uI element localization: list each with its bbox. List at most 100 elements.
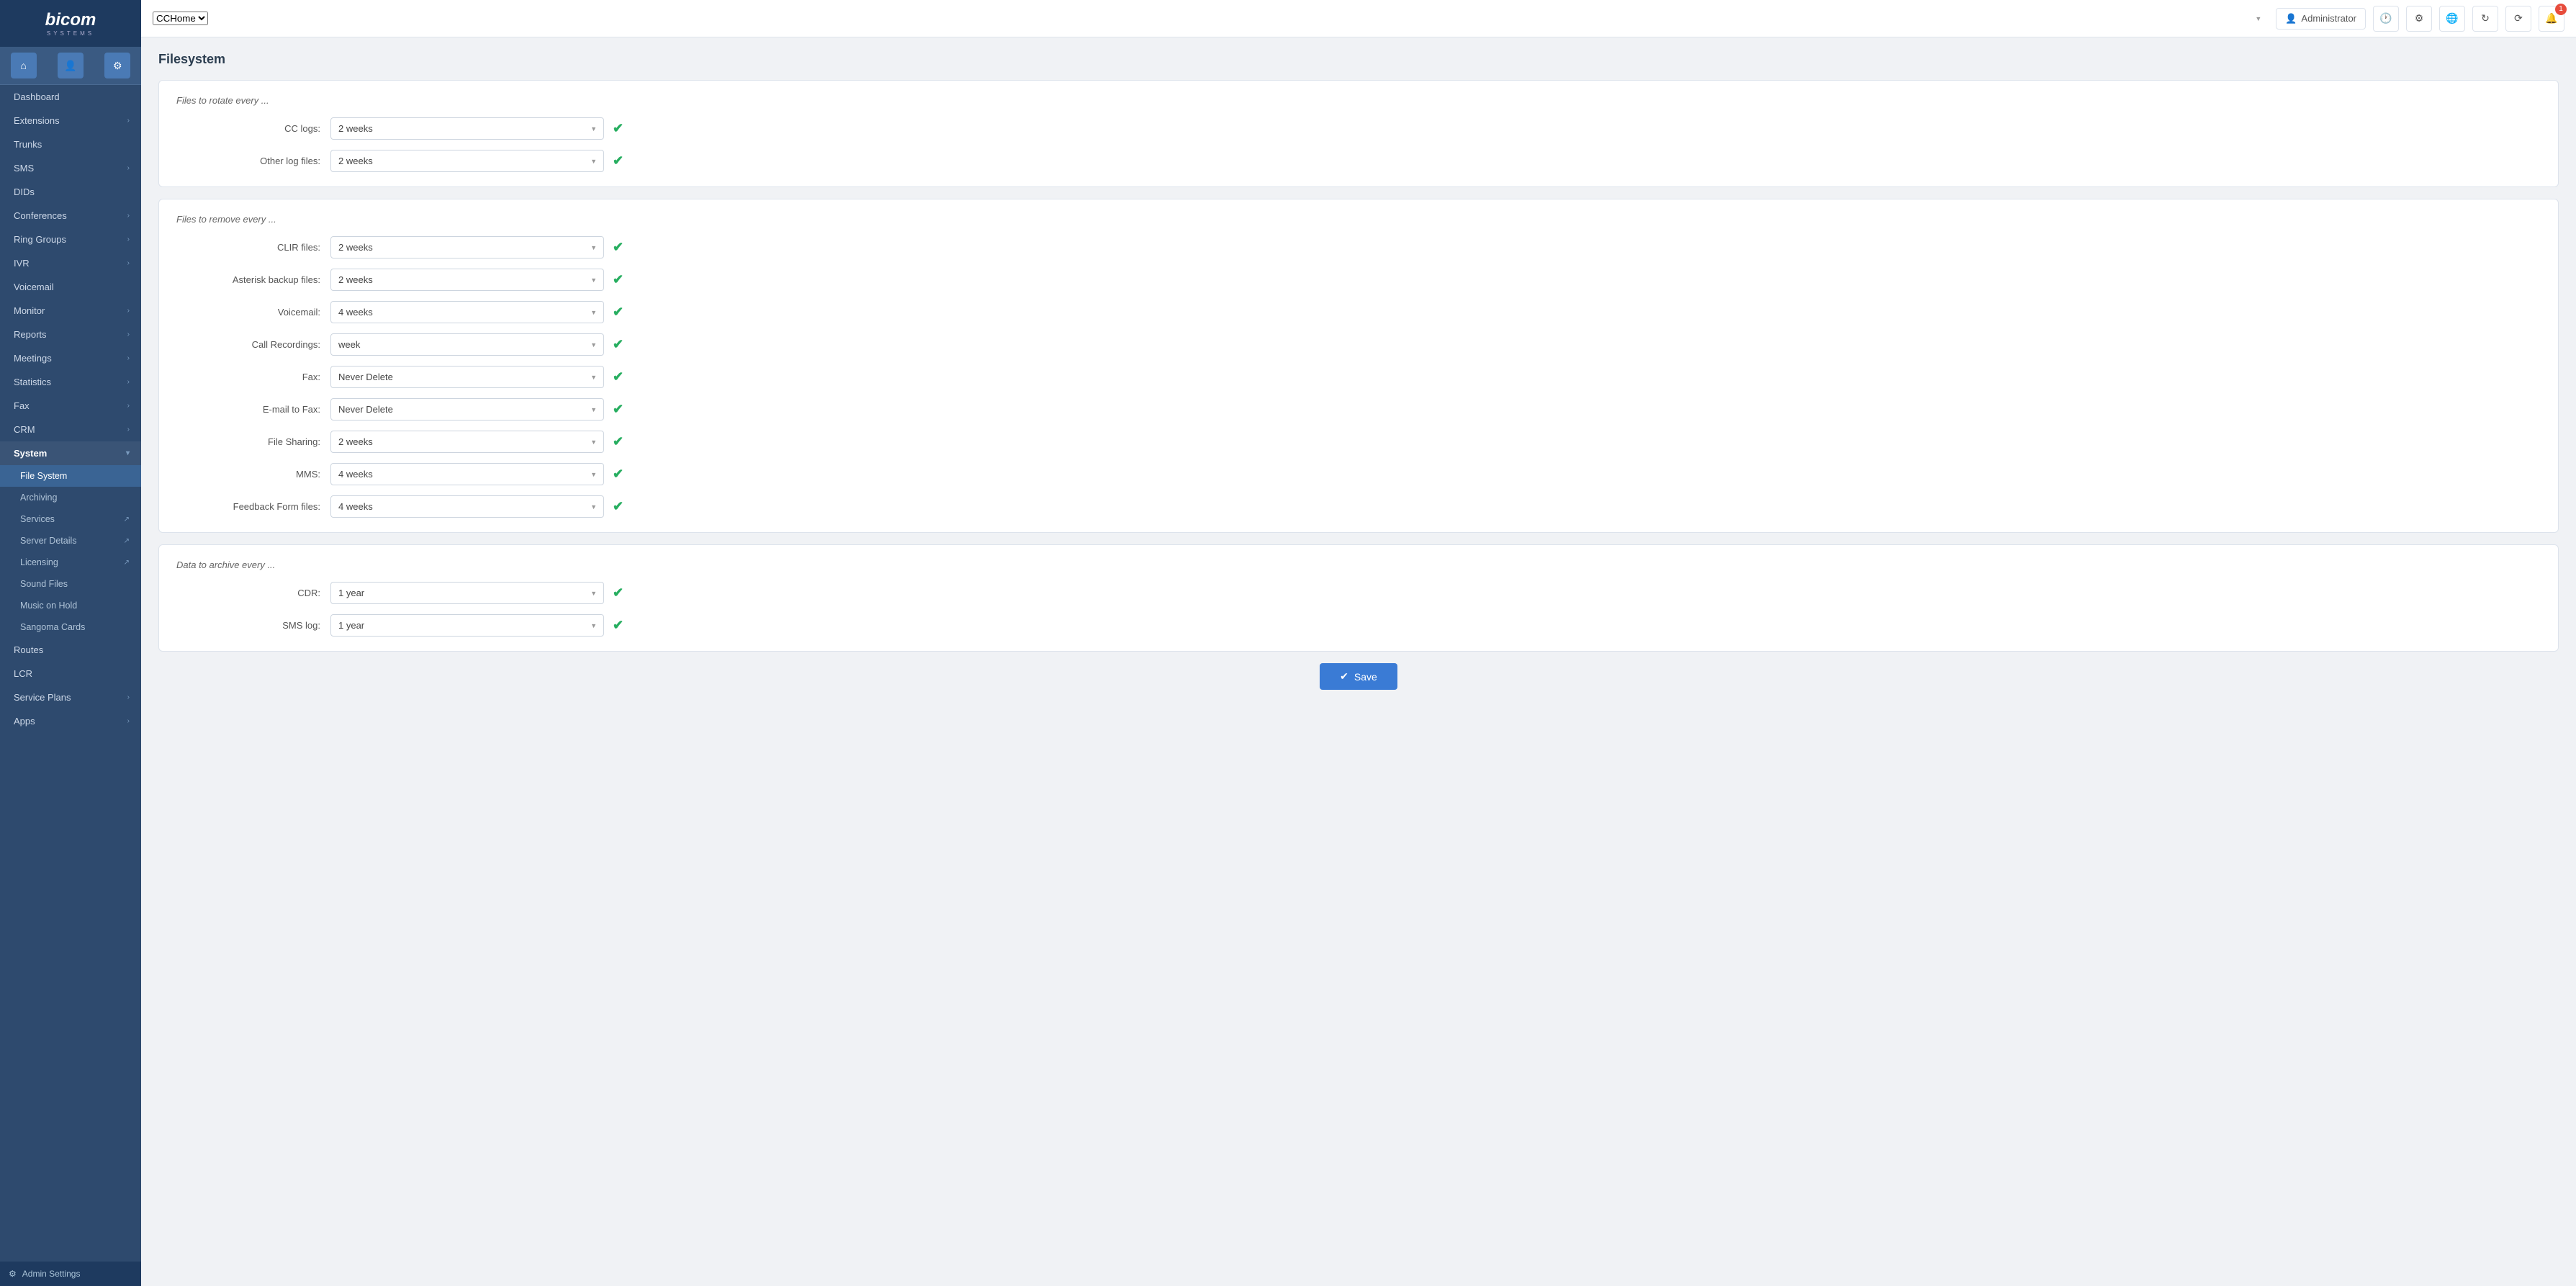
- sidebar-item-trunks[interactable]: Trunks: [0, 132, 141, 156]
- sidebar-sub-sound-files[interactable]: Sound Files: [0, 573, 141, 595]
- admin-label: Administrator: [2301, 13, 2356, 24]
- page-title: Filesystem: [158, 52, 2559, 67]
- sidebar-item-conferences[interactable]: Conferences›: [0, 204, 141, 228]
- notification-badge: 1: [2555, 4, 2567, 15]
- home-icon[interactable]: ⌂: [11, 53, 37, 78]
- asterisk-backup-check: ✔: [613, 272, 623, 287]
- email-to-fax-select-wrap: week 2 weeks 4 weeks 3 months 6 months 1…: [330, 398, 604, 421]
- settings-icon[interactable]: ⚙: [104, 53, 130, 78]
- file-sharing-select-wrap: week 2 weeks 4 weeks 3 months 6 months 1…: [330, 431, 604, 453]
- sidebar-item-crm[interactable]: CRM›: [0, 418, 141, 441]
- archive-card: Data to archive every ... CDR: week 2 we…: [158, 544, 2559, 652]
- notification-button[interactable]: 🔔 1: [2539, 6, 2564, 32]
- sidebar-sub-server-details[interactable]: Server Details↗: [0, 530, 141, 552]
- sidebar-item-sms[interactable]: SMS›: [0, 156, 141, 180]
- file-sharing-check: ✔: [613, 434, 623, 449]
- sidebar-item-dids[interactable]: DIDs: [0, 180, 141, 204]
- save-button[interactable]: ✔ Save: [1320, 663, 1397, 690]
- cdr-select[interactable]: week 2 weeks 4 weeks 3 months 6 months 1…: [330, 582, 604, 604]
- cc-logs-select[interactable]: week 2 weeks 4 weeks 3 months 6 months 1…: [330, 117, 604, 140]
- main-area: CCHome 👤 Administrator 🕐 ⚙ 🌐 ↻ ⟳ 🔔 1 Fil…: [141, 0, 2576, 1286]
- user-icon[interactable]: 👤: [58, 53, 84, 78]
- call-recordings-check: ✔: [613, 337, 623, 352]
- sidebar-item-monitor[interactable]: Monitor›: [0, 299, 141, 323]
- email-to-fax-select[interactable]: week 2 weeks 4 weeks 3 months 6 months 1…: [330, 398, 604, 421]
- sidebar-sub-licensing[interactable]: Licensing↗: [0, 552, 141, 573]
- sidebar-logo: bicom SYSTEMS: [0, 0, 141, 47]
- sidebar-item-routes[interactable]: Routes: [0, 638, 141, 662]
- admin-settings-label: Admin Settings: [22, 1269, 81, 1279]
- fax-select[interactable]: week 2 weeks 4 weeks 3 months 6 months 1…: [330, 366, 604, 388]
- voicemail-check: ✔: [613, 305, 623, 320]
- sidebar-item-meetings[interactable]: Meetings›: [0, 346, 141, 370]
- cc-logs-row: CC logs: week 2 weeks 4 weeks 3 months 6…: [176, 117, 2541, 140]
- sidebar-sub-archiving[interactable]: Archiving: [0, 487, 141, 508]
- asterisk-backup-select[interactable]: week 2 weeks 4 weeks 3 months 6 months 1…: [330, 269, 604, 291]
- cdr-select-wrap: week 2 weeks 4 weeks 3 months 6 months 1…: [330, 582, 604, 604]
- call-recordings-select[interactable]: week 2 weeks 4 weeks 3 months 6 months 1…: [330, 333, 604, 356]
- file-sharing-select[interactable]: week 2 weeks 4 weeks 3 months 6 months 1…: [330, 431, 604, 453]
- fax-label: Fax:: [176, 372, 320, 382]
- sidebar-item-system[interactable]: System▾: [0, 441, 141, 465]
- other-log-files-check: ✔: [613, 153, 623, 168]
- voicemail-label: Voicemail:: [176, 307, 320, 318]
- tenant-select[interactable]: CCHome: [153, 12, 208, 25]
- sidebar-item-apps[interactable]: Apps›: [0, 709, 141, 733]
- sidebar-item-lcr[interactable]: LCR: [0, 662, 141, 685]
- globe-button[interactable]: 🌐: [2439, 6, 2465, 32]
- sms-log-select[interactable]: week 2 weeks 4 weeks 3 months 6 months 1…: [330, 614, 604, 637]
- clir-files-check: ✔: [613, 240, 623, 255]
- call-recordings-row: Call Recordings: week 2 weeks 4 weeks 3 …: [176, 333, 2541, 356]
- globe-settings-button[interactable]: ⚙: [2406, 6, 2432, 32]
- clir-files-row: CLIR files: week 2 weeks 4 weeks 3 month…: [176, 236, 2541, 258]
- file-sharing-row: File Sharing: week 2 weeks 4 weeks 3 mon…: [176, 431, 2541, 453]
- other-log-files-row: Other log files: week 2 weeks 4 weeks 3 …: [176, 150, 2541, 172]
- mms-select[interactable]: week 2 weeks 4 weeks 3 months 6 months 1…: [330, 463, 604, 485]
- call-recordings-label: Call Recordings:: [176, 339, 320, 350]
- cc-logs-check: ✔: [613, 121, 623, 136]
- sidebar-item-statistics[interactable]: Statistics›: [0, 370, 141, 394]
- archive-section-label: Data to archive every ...: [176, 559, 2541, 570]
- feedback-form-row: Feedback Form files: week 2 weeks 4 week…: [176, 495, 2541, 518]
- mms-check: ✔: [613, 467, 623, 482]
- sidebar-icon-bar: ⌂ 👤 ⚙: [0, 47, 141, 85]
- rotate-card: Files to rotate every ... CC logs: week …: [158, 80, 2559, 187]
- feedback-form-select[interactable]: week 2 weeks 4 weeks 3 months 6 months 1…: [330, 495, 604, 518]
- sidebar-item-reports[interactable]: Reports›: [0, 323, 141, 346]
- topbar: CCHome 👤 Administrator 🕐 ⚙ 🌐 ↻ ⟳ 🔔 1: [141, 0, 2576, 37]
- sidebar-sub-music-on-hold[interactable]: Music on Hold: [0, 595, 141, 616]
- gear-icon: ⚙: [9, 1269, 17, 1279]
- other-log-files-select-wrap: week 2 weeks 4 weeks 3 months 6 months 1…: [330, 150, 604, 172]
- sidebar-sub-file-system[interactable]: File System: [0, 465, 141, 487]
- other-log-files-label: Other log files:: [176, 156, 320, 166]
- sms-log-row: SMS log: week 2 weeks 4 weeks 3 months 6…: [176, 614, 2541, 637]
- fax-select-wrap: week 2 weeks 4 weeks 3 months 6 months 1…: [330, 366, 604, 388]
- sidebar-sub-sangoma-cards[interactable]: Sangoma Cards: [0, 616, 141, 638]
- sidebar: bicom SYSTEMS ⌂ 👤 ⚙ Dashboard Extensions…: [0, 0, 141, 1286]
- refresh-button[interactable]: ↻: [2472, 6, 2498, 32]
- sidebar-item-voicemail[interactable]: Voicemail: [0, 275, 141, 299]
- rotate-section-label: Files to rotate every ...: [176, 95, 2541, 106]
- sync-button[interactable]: ⟳: [2505, 6, 2531, 32]
- sidebar-item-ivr[interactable]: IVR›: [0, 251, 141, 275]
- cdr-row: CDR: week 2 weeks 4 weeks 3 months 6 mon…: [176, 582, 2541, 604]
- clock-button[interactable]: 🕐: [2373, 6, 2399, 32]
- feedback-form-select-wrap: week 2 weeks 4 weeks 3 months 6 months 1…: [330, 495, 604, 518]
- sidebar-item-extensions[interactable]: Extensions›: [0, 109, 141, 132]
- other-log-files-select[interactable]: week 2 weeks 4 weeks 3 months 6 months 1…: [330, 150, 604, 172]
- feedback-form-check: ✔: [613, 499, 623, 514]
- sidebar-sub-services[interactable]: Services↗: [0, 508, 141, 530]
- admin-settings-footer[interactable]: ⚙ Admin Settings: [0, 1262, 141, 1286]
- sidebar-item-dashboard[interactable]: Dashboard: [0, 85, 141, 109]
- clir-files-select[interactable]: week 2 weeks 4 weeks 3 months 6 months 1…: [330, 236, 604, 258]
- sidebar-item-fax[interactable]: Fax›: [0, 394, 141, 418]
- cc-logs-select-wrap: week 2 weeks 4 weeks 3 months 6 months 1…: [330, 117, 604, 140]
- asterisk-backup-label: Asterisk backup files:: [176, 274, 320, 285]
- admin-button[interactable]: 👤 Administrator: [2276, 8, 2366, 30]
- email-to-fax-label: E-mail to Fax:: [176, 404, 320, 415]
- feedback-form-label: Feedback Form files:: [176, 501, 320, 512]
- sidebar-item-ring-groups[interactable]: Ring Groups›: [0, 228, 141, 251]
- mms-row: MMS: week 2 weeks 4 weeks 3 months 6 mon…: [176, 463, 2541, 485]
- sidebar-item-service-plans[interactable]: Service Plans›: [0, 685, 141, 709]
- voicemail-select[interactable]: week 2 weeks 4 weeks 3 months 6 months 1…: [330, 301, 604, 323]
